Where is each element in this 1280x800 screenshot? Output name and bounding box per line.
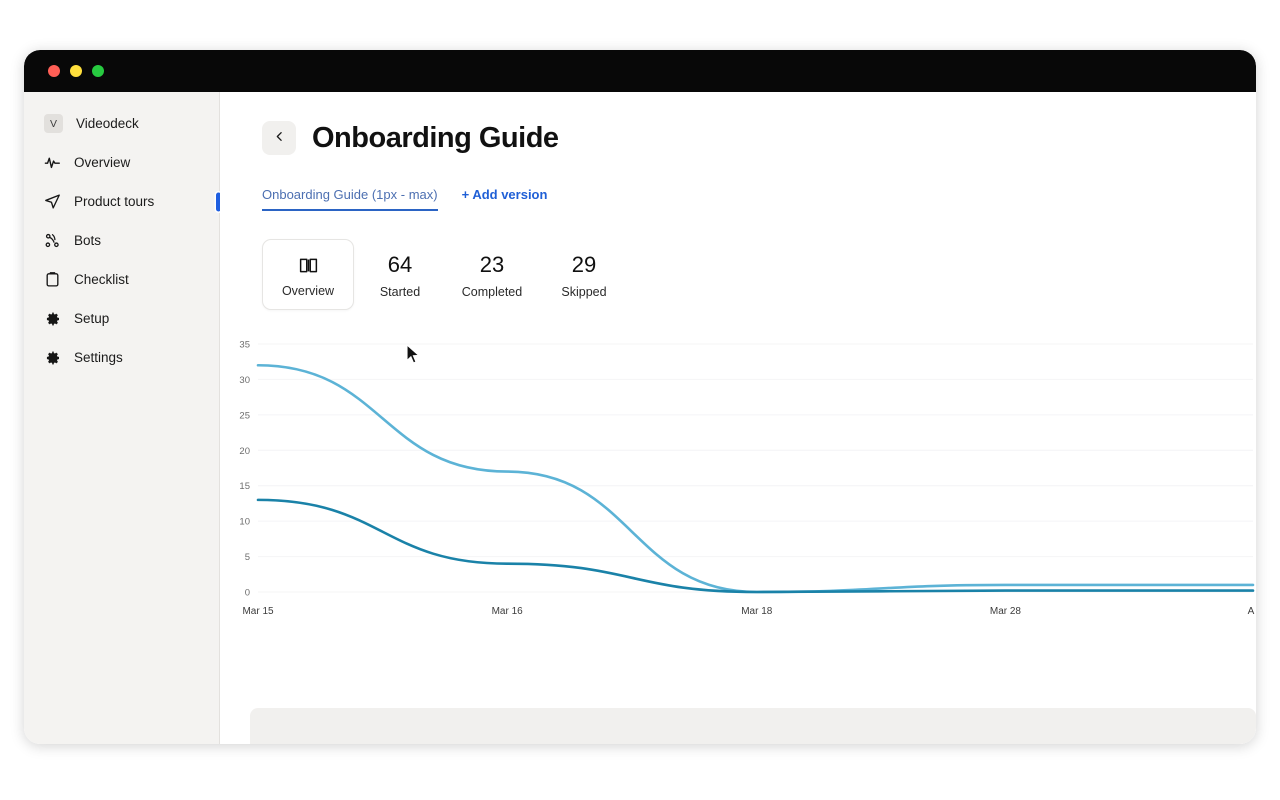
y-axis-tick-label: 10 bbox=[239, 517, 250, 528]
sidebar-item-bots[interactable]: Bots bbox=[24, 221, 219, 260]
version-tabs: Onboarding Guide (1px - max) + Add versi… bbox=[220, 155, 1256, 211]
sidebar-item-label: Overview bbox=[74, 155, 131, 170]
sidebar-item-label: Bots bbox=[74, 233, 102, 248]
gear-icon bbox=[44, 310, 61, 327]
screen: V Videodeck Overview Product tours Bots … bbox=[0, 0, 1280, 800]
sidebar-item-label: Settings bbox=[74, 350, 123, 365]
bottom-panel bbox=[250, 708, 1256, 744]
main-content: Onboarding Guide Onboarding Guide (1px -… bbox=[220, 92, 1256, 744]
tab-onboarding-guide[interactable]: Onboarding Guide (1px - max) bbox=[262, 187, 438, 211]
bot-nodes-icon bbox=[44, 232, 61, 249]
book-open-icon bbox=[298, 252, 319, 278]
stats-row: Overview 64 Started 23 Completed 29 Skip… bbox=[220, 211, 1256, 310]
y-axis-tick-label: 30 bbox=[239, 375, 250, 386]
gear-icon bbox=[44, 349, 61, 366]
page-header: Onboarding Guide bbox=[220, 92, 1256, 155]
close-window-button[interactable] bbox=[48, 65, 60, 77]
minimize-window-button[interactable] bbox=[70, 65, 82, 77]
stat-label: Started bbox=[379, 284, 421, 299]
x-axis-tick-label: A bbox=[1248, 606, 1255, 617]
app-body: V Videodeck Overview Product tours Bots … bbox=[24, 92, 1256, 744]
add-version-button[interactable]: + Add version bbox=[462, 187, 548, 211]
stat-label: Overview bbox=[281, 284, 335, 298]
sidebar-item-overview[interactable]: Overview bbox=[24, 143, 219, 182]
brand-initial-badge: V bbox=[44, 114, 63, 133]
chart-canvas: 0 5 10 15 20 25 30 35 Mar 15 Mar 16 Mar 18 Mar 28 A bbox=[239, 340, 1255, 618]
y-axis-tick-label: 25 bbox=[239, 410, 250, 421]
chevron-left-icon bbox=[273, 130, 286, 146]
page-title: Onboarding Guide bbox=[312, 121, 559, 154]
x-axis-tick-label: Mar 28 bbox=[990, 606, 1022, 617]
sidebar-item-checklist[interactable]: Checklist bbox=[24, 260, 219, 299]
stat-value: 29 bbox=[571, 252, 597, 278]
y-axis-tick-label: 20 bbox=[239, 446, 250, 457]
activity-icon bbox=[44, 154, 61, 171]
clipboard-icon bbox=[44, 271, 61, 288]
stat-value: 64 bbox=[387, 252, 413, 278]
chart-series-line bbox=[256, 363, 1255, 594]
sidebar-item-label: Setup bbox=[74, 311, 110, 326]
line-chart: 0 5 10 15 20 25 30 35 Mar 15 Mar 16 Mar 18 Mar 28 A bbox=[220, 334, 1256, 634]
browser-window: V Videodeck Overview Product tours Bots … bbox=[24, 50, 1256, 744]
stat-completed: 23 Completed bbox=[446, 239, 538, 310]
sidebar-item-product-tours[interactable]: Product tours bbox=[24, 182, 221, 221]
sidebar-item-setup[interactable]: Setup bbox=[24, 299, 219, 338]
y-axis-tick-label: 0 bbox=[245, 588, 250, 599]
sidebar-item-label: Checklist bbox=[74, 272, 129, 287]
brand-label: Videodeck bbox=[76, 116, 139, 131]
x-axis-tick-label: Mar 16 bbox=[492, 606, 524, 617]
send-icon bbox=[44, 193, 61, 210]
x-axis-tick-label: Mar 18 bbox=[741, 606, 773, 617]
window-titlebar bbox=[24, 50, 1256, 92]
sidebar-item-label: Product tours bbox=[74, 194, 155, 209]
maximize-window-button[interactable] bbox=[92, 65, 104, 77]
stat-label: Completed bbox=[461, 284, 523, 299]
x-axis-tick-label: Mar 15 bbox=[242, 606, 274, 617]
stat-started: 64 Started bbox=[354, 239, 446, 310]
back-button[interactable] bbox=[262, 121, 296, 155]
stat-label: Skipped bbox=[561, 284, 607, 299]
y-axis-tick-label: 15 bbox=[239, 481, 250, 492]
stat-value: 23 bbox=[479, 252, 505, 278]
stat-overview-card[interactable]: Overview bbox=[262, 239, 354, 310]
y-axis-tick-label: 5 bbox=[245, 552, 250, 563]
sidebar-brand[interactable]: V Videodeck bbox=[24, 104, 219, 143]
sidebar: V Videodeck Overview Product tours Bots … bbox=[24, 92, 221, 744]
stat-skipped: 29 Skipped bbox=[538, 239, 630, 310]
window-controls bbox=[48, 65, 104, 77]
chart-series-line bbox=[256, 498, 1255, 594]
sidebar-item-settings[interactable]: Settings bbox=[24, 338, 219, 377]
y-axis-tick-label: 35 bbox=[239, 340, 250, 351]
